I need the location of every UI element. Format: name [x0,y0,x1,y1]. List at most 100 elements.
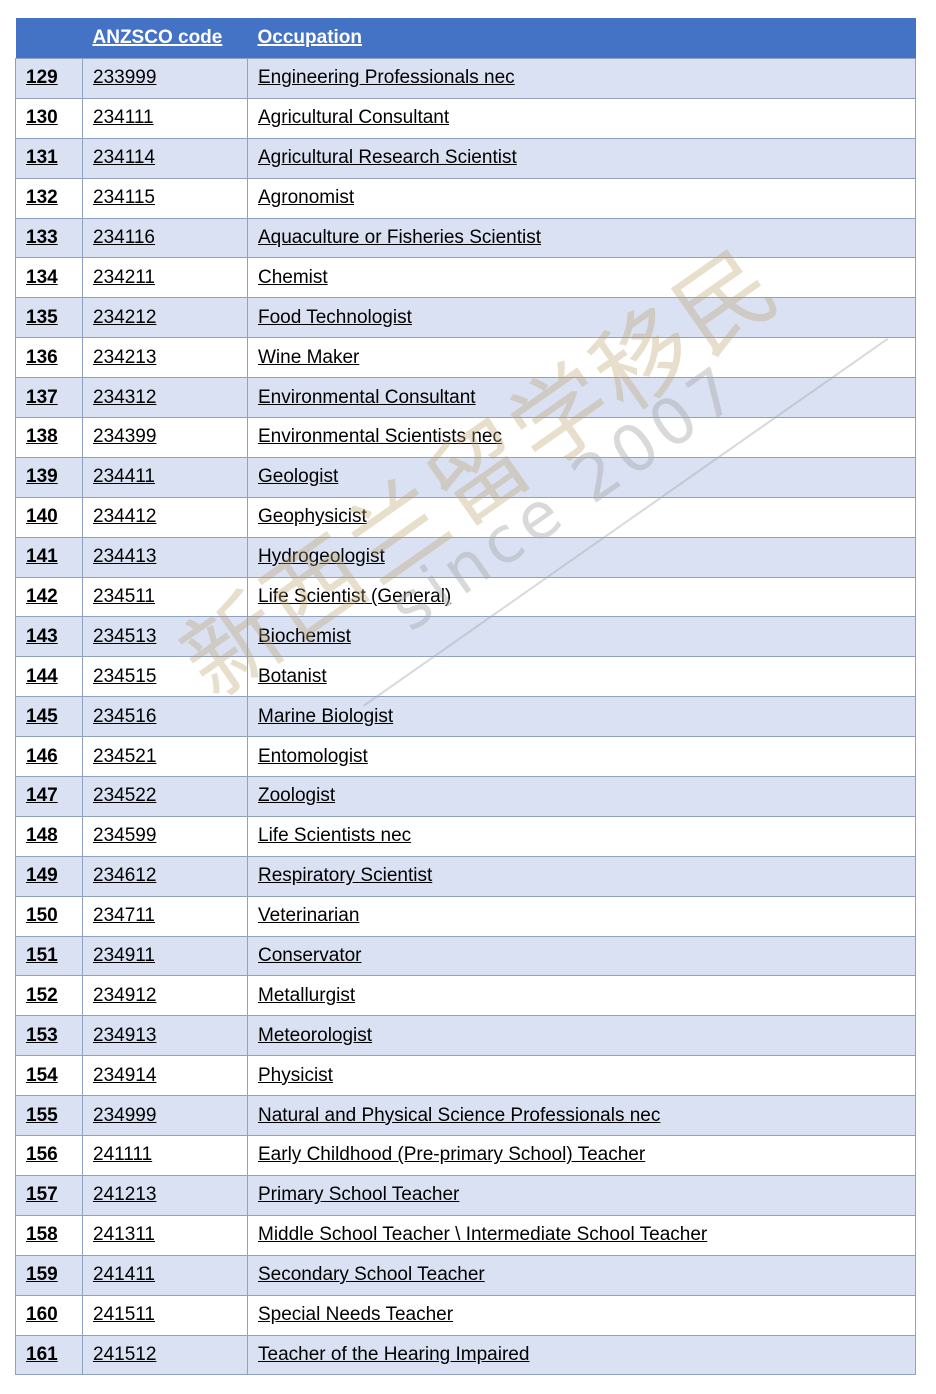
anzsco-code-link[interactable]: 241111 [93,1144,152,1165]
occupation-link[interactable]: Physicist [258,1065,333,1086]
row-number[interactable]: 130 [26,107,58,128]
occupation-link[interactable]: Agronomist [258,187,354,208]
row-number[interactable]: 152 [26,985,58,1006]
occupation-link[interactable]: Teacher of the Hearing Impaired [258,1344,529,1365]
occupation-link[interactable]: Zoologist [258,785,335,806]
anzsco-code-link[interactable]: 234911 [93,945,155,966]
row-number[interactable]: 150 [26,905,58,926]
row-number[interactable]: 145 [26,706,58,727]
occupation-link[interactable]: Aquaculture or Fisheries Scientist [258,227,541,248]
row-number[interactable]: 138 [26,426,58,447]
row-number[interactable]: 154 [26,1065,58,1086]
anzsco-code-link[interactable]: 234913 [93,1025,156,1046]
occupation-link[interactable]: Natural and Physical Science Professiona… [258,1105,660,1126]
occupation-link[interactable]: Geophysicist [258,506,367,527]
occupation-link[interactable]: Special Needs Teacher [258,1304,453,1325]
occupation-link[interactable]: Environmental Consultant [258,387,476,408]
occupation-link[interactable]: Respiratory Scientist [258,865,432,886]
anzsco-code-link[interactable]: 234599 [93,825,156,846]
occupation-link[interactable]: Food Technologist [258,307,412,328]
anzsco-code-link[interactable]: 234511 [93,586,155,607]
occupation-link[interactable]: Hydrogeologist [258,546,385,567]
anzsco-code-link[interactable]: 234521 [93,746,156,767]
header-occupation[interactable]: Occupation [247,18,916,59]
occupation-link[interactable]: Early Childhood (Pre-primary School) Tea… [258,1144,645,1165]
occupation-link[interactable]: Secondary School Teacher [258,1264,485,1285]
occupation-link[interactable]: Wine Maker [258,347,359,368]
row-number[interactable]: 132 [26,187,58,208]
anzsco-code-link[interactable]: 234612 [93,865,156,886]
occupation-link[interactable]: Geologist [258,466,338,487]
row-number[interactable]: 137 [26,387,58,408]
occupation-link[interactable]: Primary School Teacher [258,1184,459,1205]
header-anzsco-code[interactable]: ANZSCO code [82,18,248,59]
row-number[interactable]: 148 [26,825,58,846]
anzsco-code-link[interactable]: 241213 [93,1184,156,1205]
row-number[interactable]: 135 [26,307,58,328]
occupation-link[interactable]: Life Scientists nec [258,825,411,846]
row-number[interactable]: 157 [26,1184,58,1205]
occupation-link[interactable]: Metallurgist [258,985,355,1006]
occupation-link[interactable]: Meteorologist [258,1025,372,1046]
row-number[interactable]: 131 [26,147,58,168]
anzsco-code-link[interactable]: 234412 [93,506,156,527]
row-number[interactable]: 158 [26,1224,58,1245]
occupation-link[interactable]: Life Scientist (General) [258,586,451,607]
row-number[interactable]: 140 [26,506,58,527]
occupation-link[interactable]: Agricultural Research Scientist [258,147,517,168]
anzsco-code-link[interactable]: 234522 [93,785,156,806]
occupation-link[interactable]: Veterinarian [258,905,359,926]
anzsco-code-link[interactable]: 234116 [93,227,155,248]
anzsco-code-link[interactable]: 234999 [93,1105,156,1126]
anzsco-code-link[interactable]: 234711 [93,905,155,926]
anzsco-code-link[interactable]: 234312 [93,387,156,408]
occupation-link[interactable]: Chemist [258,267,328,288]
occupation-link[interactable]: Middle School Teacher \ Intermediate Sch… [258,1224,707,1245]
row-number[interactable]: 159 [26,1264,58,1285]
row-number[interactable]: 133 [26,227,58,248]
anzsco-code-link[interactable]: 234914 [93,1065,156,1086]
anzsco-code-link[interactable]: 234212 [93,307,156,328]
occupation-link[interactable]: Botanist [258,666,327,687]
row-number[interactable]: 155 [26,1105,58,1126]
row-number[interactable]: 142 [26,586,58,607]
row-number[interactable]: 134 [26,267,58,288]
row-number[interactable]: 146 [26,746,58,767]
anzsco-code-link[interactable]: 234411 [93,466,155,487]
occupation-link[interactable]: Environmental Scientists nec [258,426,502,447]
row-number[interactable]: 156 [26,1144,58,1165]
occupation-link[interactable]: Biochemist [258,626,351,647]
row-number[interactable]: 144 [26,666,58,687]
anzsco-code-link[interactable]: 241511 [93,1304,155,1325]
occupation-link[interactable]: Agricultural Consultant [258,107,449,128]
row-number[interactable]: 149 [26,865,58,886]
row-number[interactable]: 136 [26,347,58,368]
row-number[interactable]: 143 [26,626,58,647]
occupation-link[interactable]: Marine Biologist [258,706,393,727]
anzsco-code-link[interactable]: 241311 [93,1224,155,1245]
row-number[interactable]: 141 [26,546,58,567]
anzsco-code-link[interactable]: 234115 [93,187,155,208]
anzsco-code-link[interactable]: 233999 [93,67,156,88]
anzsco-code-link[interactable]: 234515 [93,666,156,687]
occupation-link[interactable]: Conservator [258,945,362,966]
row-number[interactable]: 129 [26,67,58,88]
occupation-link[interactable]: Engineering Professionals nec [258,67,515,88]
anzsco-code-link[interactable]: 241512 [93,1344,156,1365]
occupation-link[interactable]: Entomologist [258,746,368,767]
anzsco-code-link[interactable]: 241411 [93,1264,155,1285]
anzsco-code-link[interactable]: 234211 [93,267,155,288]
anzsco-code-link[interactable]: 234114 [93,147,155,168]
anzsco-code-link[interactable]: 234912 [93,985,156,1006]
anzsco-code-link[interactable]: 234413 [93,546,156,567]
row-number[interactable]: 161 [26,1344,58,1365]
anzsco-code-link[interactable]: 234213 [93,347,156,368]
row-number[interactable]: 153 [26,1025,58,1046]
row-number[interactable]: 147 [26,785,58,806]
row-number[interactable]: 160 [26,1304,58,1325]
anzsco-code-link[interactable]: 234516 [93,706,156,727]
anzsco-code-link[interactable]: 234111 [93,107,154,128]
anzsco-code-link[interactable]: 234399 [93,426,156,447]
row-number[interactable]: 151 [26,945,58,966]
anzsco-code-link[interactable]: 234513 [93,626,156,647]
